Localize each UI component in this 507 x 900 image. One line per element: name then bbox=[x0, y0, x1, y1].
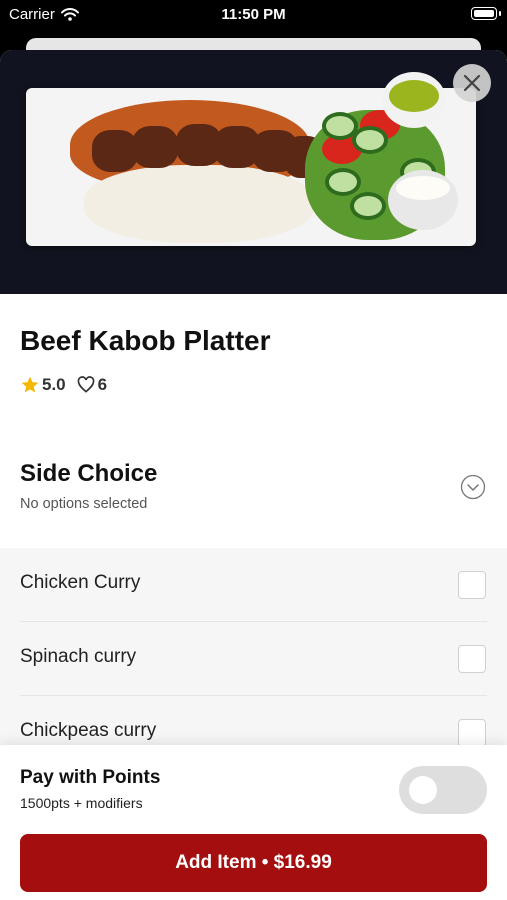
cucumber-graphic bbox=[325, 168, 361, 196]
battery-icon bbox=[471, 7, 497, 20]
option-checkbox[interactable] bbox=[458, 571, 486, 599]
sauce-cup-graphic bbox=[382, 72, 446, 128]
side-choice-title: Side Choice bbox=[20, 460, 158, 487]
rating: 5.0 bbox=[20, 375, 66, 395]
pay-with-points-label: Pay with Points bbox=[20, 767, 161, 788]
rating-value: 5.0 bbox=[42, 375, 66, 394]
cucumber-graphic bbox=[352, 126, 388, 154]
toggle-knob bbox=[409, 776, 437, 804]
star-icon bbox=[21, 376, 39, 393]
likes[interactable]: 6 bbox=[76, 375, 107, 395]
battery-cap bbox=[499, 11, 501, 16]
item-detail-sheet: Beef Kabob Platter 5.0 6 Side Choice No … bbox=[0, 50, 507, 900]
add-item-button[interactable]: Add Item • $16.99 bbox=[20, 834, 487, 892]
close-icon bbox=[463, 74, 481, 92]
item-stats: 5.0 6 bbox=[20, 375, 117, 395]
option-chicken-curry[interactable]: Chicken Curry bbox=[0, 548, 507, 622]
option-label: Spinach curry bbox=[20, 646, 137, 667]
kabob-graphic bbox=[132, 126, 178, 168]
option-checkbox[interactable] bbox=[458, 719, 486, 747]
pay-with-points-toggle[interactable] bbox=[399, 766, 487, 814]
status-time: 11:50 PM bbox=[221, 6, 286, 23]
side-choice-status: No options selected bbox=[20, 496, 148, 512]
likes-count: 6 bbox=[97, 375, 108, 394]
points-cost: 1500pts + modifiers bbox=[20, 795, 143, 811]
checkout-bar: Pay with Points 1500pts + modifiers Add … bbox=[0, 745, 507, 900]
item-photo bbox=[0, 50, 507, 294]
option-spinach-curry[interactable]: Spinach curry bbox=[0, 622, 507, 696]
status-bar: Carrier 11:50 PM bbox=[0, 0, 507, 30]
white-rice-graphic bbox=[84, 165, 314, 243]
option-label: Chickpeas curry bbox=[20, 720, 157, 741]
chevron-down-icon[interactable] bbox=[460, 474, 486, 500]
option-label: Chicken Curry bbox=[20, 572, 141, 593]
heart-icon bbox=[77, 376, 95, 393]
option-checkbox[interactable] bbox=[458, 645, 486, 673]
close-button[interactable] bbox=[453, 64, 491, 102]
dressing-cup-graphic bbox=[388, 170, 458, 230]
item-title: Beef Kabob Platter bbox=[20, 325, 271, 356]
cucumber-graphic bbox=[350, 192, 386, 220]
